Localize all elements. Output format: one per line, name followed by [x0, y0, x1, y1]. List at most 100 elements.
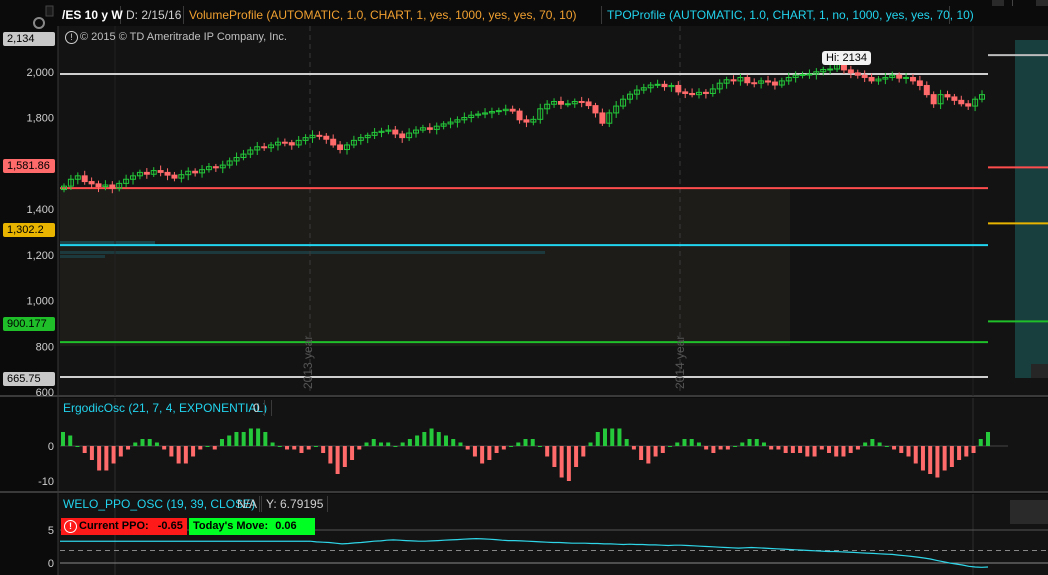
price-axis-tick: 800: [36, 341, 54, 353]
price-label-green: 900.177: [3, 317, 55, 331]
ergodic-bar: [313, 446, 318, 447]
ergodic-bar: [256, 428, 261, 446]
ergodic-bar: [733, 446, 738, 447]
ergodic-bar: [299, 446, 304, 453]
ergodic-bar: [509, 446, 514, 447]
ergodic-bar: [68, 435, 73, 446]
ergodic-bar: [104, 446, 109, 471]
ergodic-bar: [501, 446, 506, 450]
ppo-na: N/A: [233, 496, 263, 512]
ergodic-bar: [335, 446, 340, 474]
ppo-title[interactable]: WELO_PPO_OSC (19, 39, CLOSE): [59, 496, 261, 512]
ergodic-bar: [595, 432, 600, 446]
copyright-text: © 2015 © TD Ameritrade IP Company, Inc.: [80, 31, 287, 43]
tpo-profile-zone: [1015, 40, 1048, 378]
price-axis-tick: 2,000: [26, 67, 54, 79]
ergodic-bar: [364, 442, 369, 446]
todays-move-label: Today's Move:: [193, 520, 269, 532]
ergodic-bar: [97, 446, 102, 471]
ergodic-bar: [602, 428, 607, 446]
window-control: [1012, 0, 1013, 6]
style-icon: [45, 5, 54, 17]
ergodic-bar: [248, 428, 253, 446]
ergodic-bar: [234, 432, 239, 446]
ergodic-bar: [61, 432, 65, 446]
ergodic-bar: [964, 446, 969, 457]
hi-price-bubble: Hi: 2134: [822, 51, 871, 65]
ergodic-axis-tick: -10: [38, 476, 54, 488]
ergodic-bar: [350, 446, 355, 460]
ergodic-bar: [415, 435, 420, 446]
ergodic-bar: [935, 446, 940, 478]
ergodic-bar: [747, 439, 752, 446]
ergodic-bar: [704, 446, 709, 450]
ergodic-bar: [761, 442, 766, 446]
ergodic-bar: [357, 446, 362, 450]
ergodic-bar: [675, 442, 680, 446]
price-axis-tick: 600: [36, 387, 54, 399]
ergodic-bar: [147, 439, 152, 446]
ergodic-bar: [342, 446, 347, 467]
ergodic-bar: [631, 446, 636, 450]
ergodic-bar: [75, 446, 80, 447]
ergodic-bar: [624, 439, 629, 446]
price-axis-tick: 1,800: [26, 113, 54, 125]
todays-move-badge: Today's Move: 0.06: [189, 518, 315, 535]
ergodic-bar: [422, 432, 427, 446]
ergodic-bar: [523, 439, 528, 446]
todays-move-value: 0.06: [275, 520, 297, 532]
ergodic-bar: [378, 442, 383, 446]
symbol-label[interactable]: /ES 10 y W: [57, 6, 123, 24]
date-label: D: 2/15/16: [121, 6, 184, 24]
ergodic-bar: [552, 446, 557, 467]
ergodic-bar: [574, 446, 579, 467]
ergodic-bar: [617, 428, 622, 446]
ergodic-bar: [653, 446, 658, 457]
ergodic-bar: [241, 432, 246, 446]
ergodic-bar: [855, 446, 860, 450]
ergodic-bar: [559, 446, 564, 478]
ergodic-bar: [444, 435, 449, 446]
ergodic-bar: [906, 446, 911, 457]
price-label-yellow: 1,302.2: [3, 223, 55, 237]
ergodic-bar: [660, 446, 665, 453]
ergodic-bar: [429, 428, 434, 446]
ergodic-bar: [581, 446, 586, 457]
ergodic-bar: [949, 446, 954, 467]
price-axis-tick: 1,000: [26, 296, 54, 308]
tpo-profile-study[interactable]: TPOProfile (AUTOMATIC, 1.0, CHART, 1, no…: [602, 6, 974, 24]
volume-profile-study[interactable]: VolumeProfile (AUTOMATIC, 1.0, CHART, 1,…: [184, 6, 602, 24]
ergodic-bar: [263, 432, 268, 446]
ergodic-bar: [696, 442, 701, 446]
ergodic-bar: [646, 446, 651, 464]
ergodic-bar: [892, 446, 897, 450]
ergodic-axis-tick: 0: [48, 441, 54, 453]
ergodic-bar: [668, 446, 673, 447]
info-icon[interactable]: !: [65, 31, 78, 44]
ergodic-bar: [530, 439, 535, 446]
current-ppo-value: -0.65: [157, 520, 183, 532]
ergodic-bar: [870, 439, 875, 446]
ppo-axis-tick: 0: [48, 558, 54, 570]
ergodic-bar: [689, 439, 694, 446]
tpo-profile-block: [1031, 364, 1048, 378]
ergodic-bar: [277, 446, 282, 447]
ergodic-bar: [400, 442, 405, 446]
ergodic-bar: [219, 439, 224, 446]
ergodic-bar: [111, 446, 116, 464]
ergodic-bar: [740, 442, 745, 446]
ergodic-bar: [198, 446, 203, 450]
ergodic-bar: [458, 442, 463, 446]
ergodic-bar: [819, 446, 824, 450]
ergodic-bar: [566, 446, 571, 481]
ergodic-bar: [118, 446, 123, 457]
profile-bar: [60, 255, 105, 258]
price-axis-tick: 1,200: [26, 250, 54, 262]
ergodic-bar: [899, 446, 904, 453]
year-label-2013: 2013 year: [301, 335, 315, 389]
ergodic-bar: [285, 446, 290, 450]
ergodic-bar: [321, 446, 326, 453]
ergodic-bar: [306, 446, 311, 450]
ergodic-title[interactable]: ErgodicOsc (21, 7, 4, EXPONENTIAL): [59, 400, 273, 416]
profile-bar: [60, 251, 545, 254]
